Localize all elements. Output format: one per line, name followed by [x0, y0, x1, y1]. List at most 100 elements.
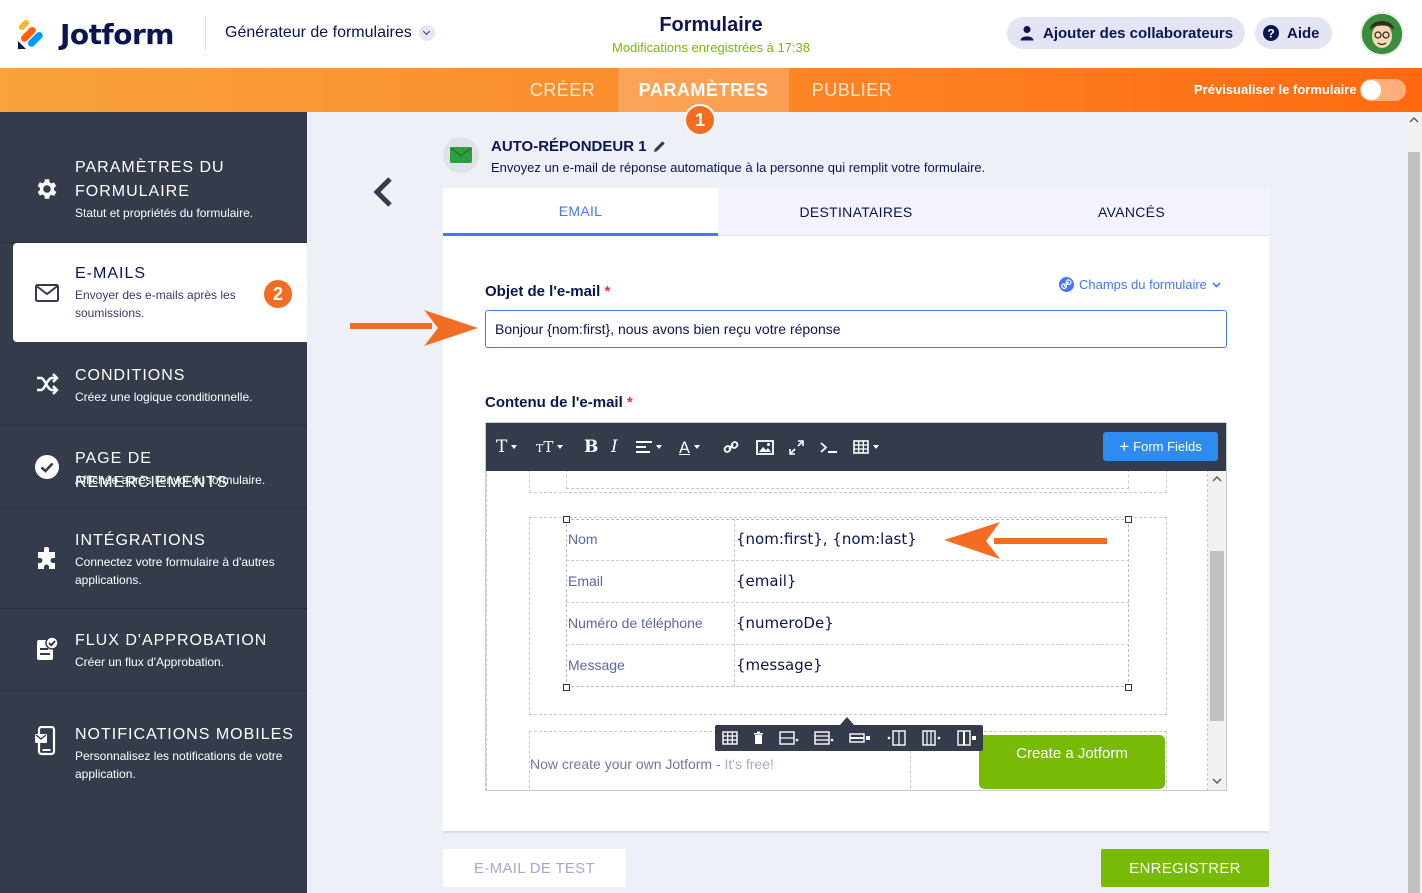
- fullscreen-button[interactable]: [789, 435, 804, 459]
- subject-label-text: Objet de l'e-mail: [485, 283, 601, 300]
- resize-handle[interactable]: [1125, 684, 1132, 691]
- sidebar-item-title: E-MAILS: [75, 265, 147, 282]
- bold-button[interactable]: B: [584, 435, 598, 459]
- form-fields-link-label: Champs du formulaire: [1079, 277, 1207, 292]
- editor-body[interactable]: Nom {nom:first}, {nom:last} Email {email…: [486, 471, 1226, 790]
- font-size-button[interactable]: TT: [536, 435, 564, 459]
- add-collaborators-label: Ajouter des collaborateurs: [1043, 24, 1234, 42]
- insert-image-button[interactable]: [756, 435, 774, 459]
- email-content-editor[interactable]: T TT B I A + Form Fields Nom {nom:first}…: [485, 422, 1227, 791]
- insert-table-button[interactable]: [853, 435, 879, 459]
- subject-label: Objet de l'e-mail *: [485, 283, 610, 300]
- trash-icon[interactable]: [750, 730, 766, 746]
- row-format-icon[interactable]: [814, 730, 834, 746]
- form-fields-link[interactable]: Champs du formulaire: [1059, 277, 1221, 292]
- avatar-image: [1362, 14, 1402, 54]
- sidebar-item-title: NOTIFICATIONS MOBILES: [75, 726, 294, 743]
- table-cell-key: Message: [568, 657, 625, 673]
- sidebar-item-title: FORMULAIRE: [75, 183, 190, 200]
- tab-creer[interactable]: CRÉER: [507, 68, 618, 112]
- italic-icon: I: [611, 437, 618, 457]
- help-label: Aide: [1287, 24, 1320, 42]
- align-button[interactable]: [636, 435, 662, 459]
- form-fields-button[interactable]: + Form Fields: [1103, 432, 1218, 461]
- column-insert-icon[interactable]: [887, 730, 906, 746]
- gear-icon: [33, 175, 61, 203]
- row-delete-icon[interactable]: [849, 730, 870, 746]
- shuffle-icon: [33, 370, 61, 398]
- builder-menu[interactable]: Générateur de formulaires: [225, 24, 435, 42]
- page-scroll-thumb[interactable]: [1408, 152, 1420, 893]
- scroll-down-icon[interactable]: [1212, 778, 1222, 785]
- table-row[interactable]: Email {email}: [566, 561, 1129, 603]
- back-chevron-icon[interactable]: [372, 176, 394, 208]
- builder-nav: CRÉER PARAMÈTRES PUBLIER Prévisualiser l…: [0, 68, 1422, 112]
- table-row[interactable]: Message {message}: [566, 645, 1129, 687]
- sidebar-item-desc: Affichée après l'envoi du formulaire.: [75, 473, 266, 487]
- autoresponder-title: AUTO-RÉPONDEUR 1: [491, 138, 666, 155]
- popup-pointer: [840, 717, 854, 725]
- table-cell-key: Numéro de téléphone: [568, 615, 703, 631]
- italic-button[interactable]: I: [611, 435, 618, 459]
- sidebar-item-desc: soumissions.: [75, 306, 145, 320]
- tab-advanced[interactable]: AVANCÉS: [994, 188, 1269, 236]
- tab-recipients[interactable]: DESTINATAIRES: [718, 188, 994, 236]
- sidebar-item-approval-flow[interactable]: FLUX D'APPROBATION Créer un flux d'Appro…: [0, 609, 307, 691]
- help-button[interactable]: ? Aide: [1255, 17, 1332, 49]
- jotform-logo[interactable]: Jotform: [16, 18, 174, 51]
- table-cell-value: {email}: [736, 572, 797, 590]
- annotation-arrow-right: [350, 310, 478, 346]
- create-jotform-button[interactable]: Create a Jotform: [979, 735, 1165, 789]
- sidebar-item-conditions[interactable]: CONDITIONS Créez une logique conditionne…: [0, 342, 307, 426]
- sidebar-item-integrations[interactable]: INTÉGRATIONS Connectez votre formulaire …: [0, 508, 307, 609]
- text-type-icon: T: [496, 437, 508, 457]
- table-cell-value: {numeroDe}: [736, 614, 834, 632]
- sidebar-item-form-settings[interactable]: PARAMÈTRES DU FORMULAIRE Statut et propr…: [0, 112, 307, 243]
- puzzle-icon: [33, 545, 61, 573]
- table-tools-popup: [715, 725, 983, 751]
- resize-handle[interactable]: [563, 516, 570, 523]
- align-left-icon: [636, 441, 652, 453]
- save-button[interactable]: ENREGISTRER: [1101, 849, 1269, 887]
- sidebar-item-desc: Créer un flux d'Approbation.: [75, 655, 225, 669]
- scroll-up-icon[interactable]: [1212, 475, 1222, 482]
- top-bar: Jotform Générateur de formulaires Formul…: [0, 0, 1422, 68]
- page-scroll-up-icon[interactable]: [1409, 116, 1419, 123]
- row-insert-icon[interactable]: [779, 730, 799, 746]
- sidebar-item-desc: Connectez votre formulaire à d'autres: [75, 555, 275, 569]
- editor-toolbar: T TT B I A + Form Fields: [486, 423, 1226, 471]
- font-style-button[interactable]: T: [496, 435, 518, 459]
- subject-input[interactable]: [485, 310, 1227, 348]
- sidebar-item-desc: applications.: [75, 573, 142, 587]
- sidebar-item-mobile-notifications[interactable]: NOTIFICATIONS MOBILES Personnalisez les …: [0, 691, 307, 793]
- mobile-icon: [33, 726, 61, 756]
- table-cell-key: Nom: [568, 531, 598, 547]
- resize-handle[interactable]: [563, 684, 570, 691]
- column-format-icon[interactable]: [922, 730, 941, 746]
- text-color-button[interactable]: A: [679, 435, 700, 459]
- insert-link-button[interactable]: [723, 435, 739, 459]
- pencil-icon[interactable]: [653, 140, 666, 153]
- form-fields-button-label: Form Fields: [1133, 439, 1202, 454]
- tab-email[interactable]: EMAIL: [443, 188, 718, 236]
- column-delete-icon[interactable]: [957, 730, 976, 746]
- content-label-text: Contenu de l'e-mail: [485, 394, 623, 411]
- resize-handle[interactable]: [1125, 516, 1132, 523]
- source-code-button[interactable]: [820, 435, 838, 459]
- avatar[interactable]: [1360, 12, 1404, 56]
- sidebar-item-desc: application.: [75, 767, 136, 781]
- table-row[interactable]: Numéro de téléphone {numeroDe}: [566, 603, 1129, 645]
- sidebar-item-thank-you-page[interactable]: PAGE DE REMERCIEMENTS Affichée après l'e…: [0, 426, 307, 508]
- tab-publier[interactable]: PUBLIER: [789, 68, 915, 112]
- add-collaborators-button[interactable]: Ajouter des collaborateurs: [1007, 17, 1246, 49]
- test-email-button[interactable]: E-MAIL DE TEST: [443, 849, 626, 887]
- preview-toggle[interactable]: [1360, 79, 1406, 101]
- table-icon[interactable]: [722, 730, 738, 746]
- promo-main: Now create your own Jotform -: [530, 756, 725, 772]
- annotation-arrow-left: [944, 522, 1107, 559]
- table-cell-value: {message}: [736, 656, 823, 674]
- sidebar-item-desc: Créez une logique conditionnelle.: [75, 390, 253, 404]
- editor-scroll-thumb[interactable]: [1210, 551, 1224, 721]
- user-icon: [1019, 25, 1035, 41]
- help-icon: ?: [1263, 25, 1279, 41]
